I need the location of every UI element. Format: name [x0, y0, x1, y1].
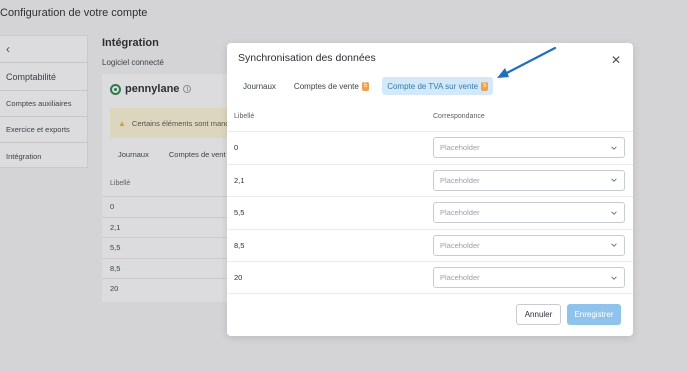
info-icon[interactable]: i	[183, 85, 192, 93]
table-row: 2,1	[102, 216, 228, 238]
sync-modal: Synchronisation des données ✕ Journaux C…	[227, 43, 633, 336]
correspondance-select[interactable]: Placeholder	[433, 202, 625, 223]
select-placeholder: Placeholder	[440, 175, 480, 185]
count-badge: 5	[361, 81, 370, 91]
select-placeholder: Placeholder	[440, 208, 480, 217]
table-row: 8,5	[102, 257, 228, 279]
select-placeholder: Placeholder	[440, 273, 480, 282]
chevron-left-icon: ‹	[6, 42, 10, 56]
table-row: 8,5 Placeholder	[227, 228, 633, 262]
row-label: 5,5	[234, 208, 245, 217]
sidebar-item-integration[interactable]: Intégration	[0, 143, 87, 169]
count-badge: 5	[481, 81, 489, 91]
tab-journaux[interactable]: Journaux	[238, 77, 281, 95]
select-placeholder: Placeholder	[440, 143, 480, 152]
save-button[interactable]: Enregistrer	[567, 304, 621, 325]
select-placeholder: Placeholder	[440, 240, 480, 250]
chevron-down-icon	[611, 145, 617, 150]
table-row: 0	[102, 196, 228, 217]
row-label: 8,5	[234, 240, 245, 250]
chevron-down-icon	[611, 178, 617, 182]
table-row: 5,5	[102, 237, 228, 258]
cancel-button[interactable]: Annuler	[516, 304, 561, 325]
modal-title: Synchronisation des données	[238, 52, 376, 64]
tab-label: Journaux	[243, 81, 276, 91]
tab-comptes-vente[interactable]: Comptes de vente 5	[289, 77, 374, 95]
section-title: Intégration	[102, 37, 159, 49]
chevron-down-icon	[611, 210, 617, 215]
integration-card: pennylane i ▲ Certains éléments sont man…	[102, 74, 228, 302]
correspondance-select[interactable]: Placeholder	[433, 267, 625, 288]
section-subtitle: Logiciel connecté	[102, 58, 164, 67]
annotation-arrow-icon	[497, 46, 557, 78]
row-label: 0	[234, 143, 239, 152]
bg-tab-comptes-vente[interactable]: Comptes de vent	[169, 150, 226, 159]
bg-table: 0 2,1 5,5 8,5 20	[102, 196, 228, 299]
warning-alert: ▲ Certains éléments sont manq	[110, 108, 228, 138]
table-row: 20 Placeholder	[227, 261, 633, 294]
chevron-down-icon	[611, 275, 617, 280]
pennylane-logo: pennylane i	[110, 83, 192, 95]
tab-label: Compte de TVA sur vente	[387, 81, 479, 91]
tab-label: Comptes de vente	[293, 81, 359, 91]
column-header-libelle: Libellé	[234, 113, 255, 120]
back-button[interactable]: ‹	[0, 36, 87, 63]
table-row: 2,1 Placeholder	[227, 163, 633, 197]
correspondance-select[interactable]: Placeholder	[433, 234, 625, 256]
row-label: 20	[234, 273, 243, 282]
tab-compte-tva-vente[interactable]: Compte de TVA sur vente 5	[382, 77, 494, 95]
table-row: 0 Placeholder	[227, 131, 633, 164]
row-label: 2,1	[234, 175, 245, 185]
background-tabs: Journaux Comptes de vent	[118, 150, 226, 159]
warning-icon: ▲	[118, 118, 126, 128]
sidebar-heading: Comptabilité	[0, 63, 87, 91]
column-header-correspondance: Correspondance	[433, 113, 485, 120]
table-row: 20	[102, 278, 228, 299]
correspondance-select[interactable]: Placeholder	[433, 137, 625, 158]
close-icon[interactable]: ✕	[611, 53, 621, 67]
sidebar: ‹ Comptabilité Comptes auxiliaires Exerc…	[0, 35, 88, 168]
bg-column-header: Libellé	[110, 180, 131, 187]
table-row: 5,5 Placeholder	[227, 196, 633, 229]
page-title: Configuration de votre compte	[0, 7, 148, 19]
sidebar-item-exercice-exports[interactable]: Exercice et exports	[0, 117, 87, 143]
alert-text: Certains éléments sont manq	[131, 118, 228, 128]
mapping-table: 0 Placeholder 2,1 Placeholder 5,5 Placeh…	[227, 131, 633, 294]
chevron-down-icon	[611, 243, 617, 247]
pennylane-logo-text: pennylane	[125, 83, 180, 95]
pennylane-logo-icon	[110, 83, 121, 95]
modal-tabs: Journaux Comptes de vente 5 Compte de TV…	[238, 77, 501, 95]
correspondance-select[interactable]: Placeholder	[433, 169, 625, 191]
bg-tab-journaux[interactable]: Journaux	[118, 150, 149, 159]
sidebar-item-comptes-auxiliaires[interactable]: Comptes auxiliaires	[0, 91, 87, 117]
